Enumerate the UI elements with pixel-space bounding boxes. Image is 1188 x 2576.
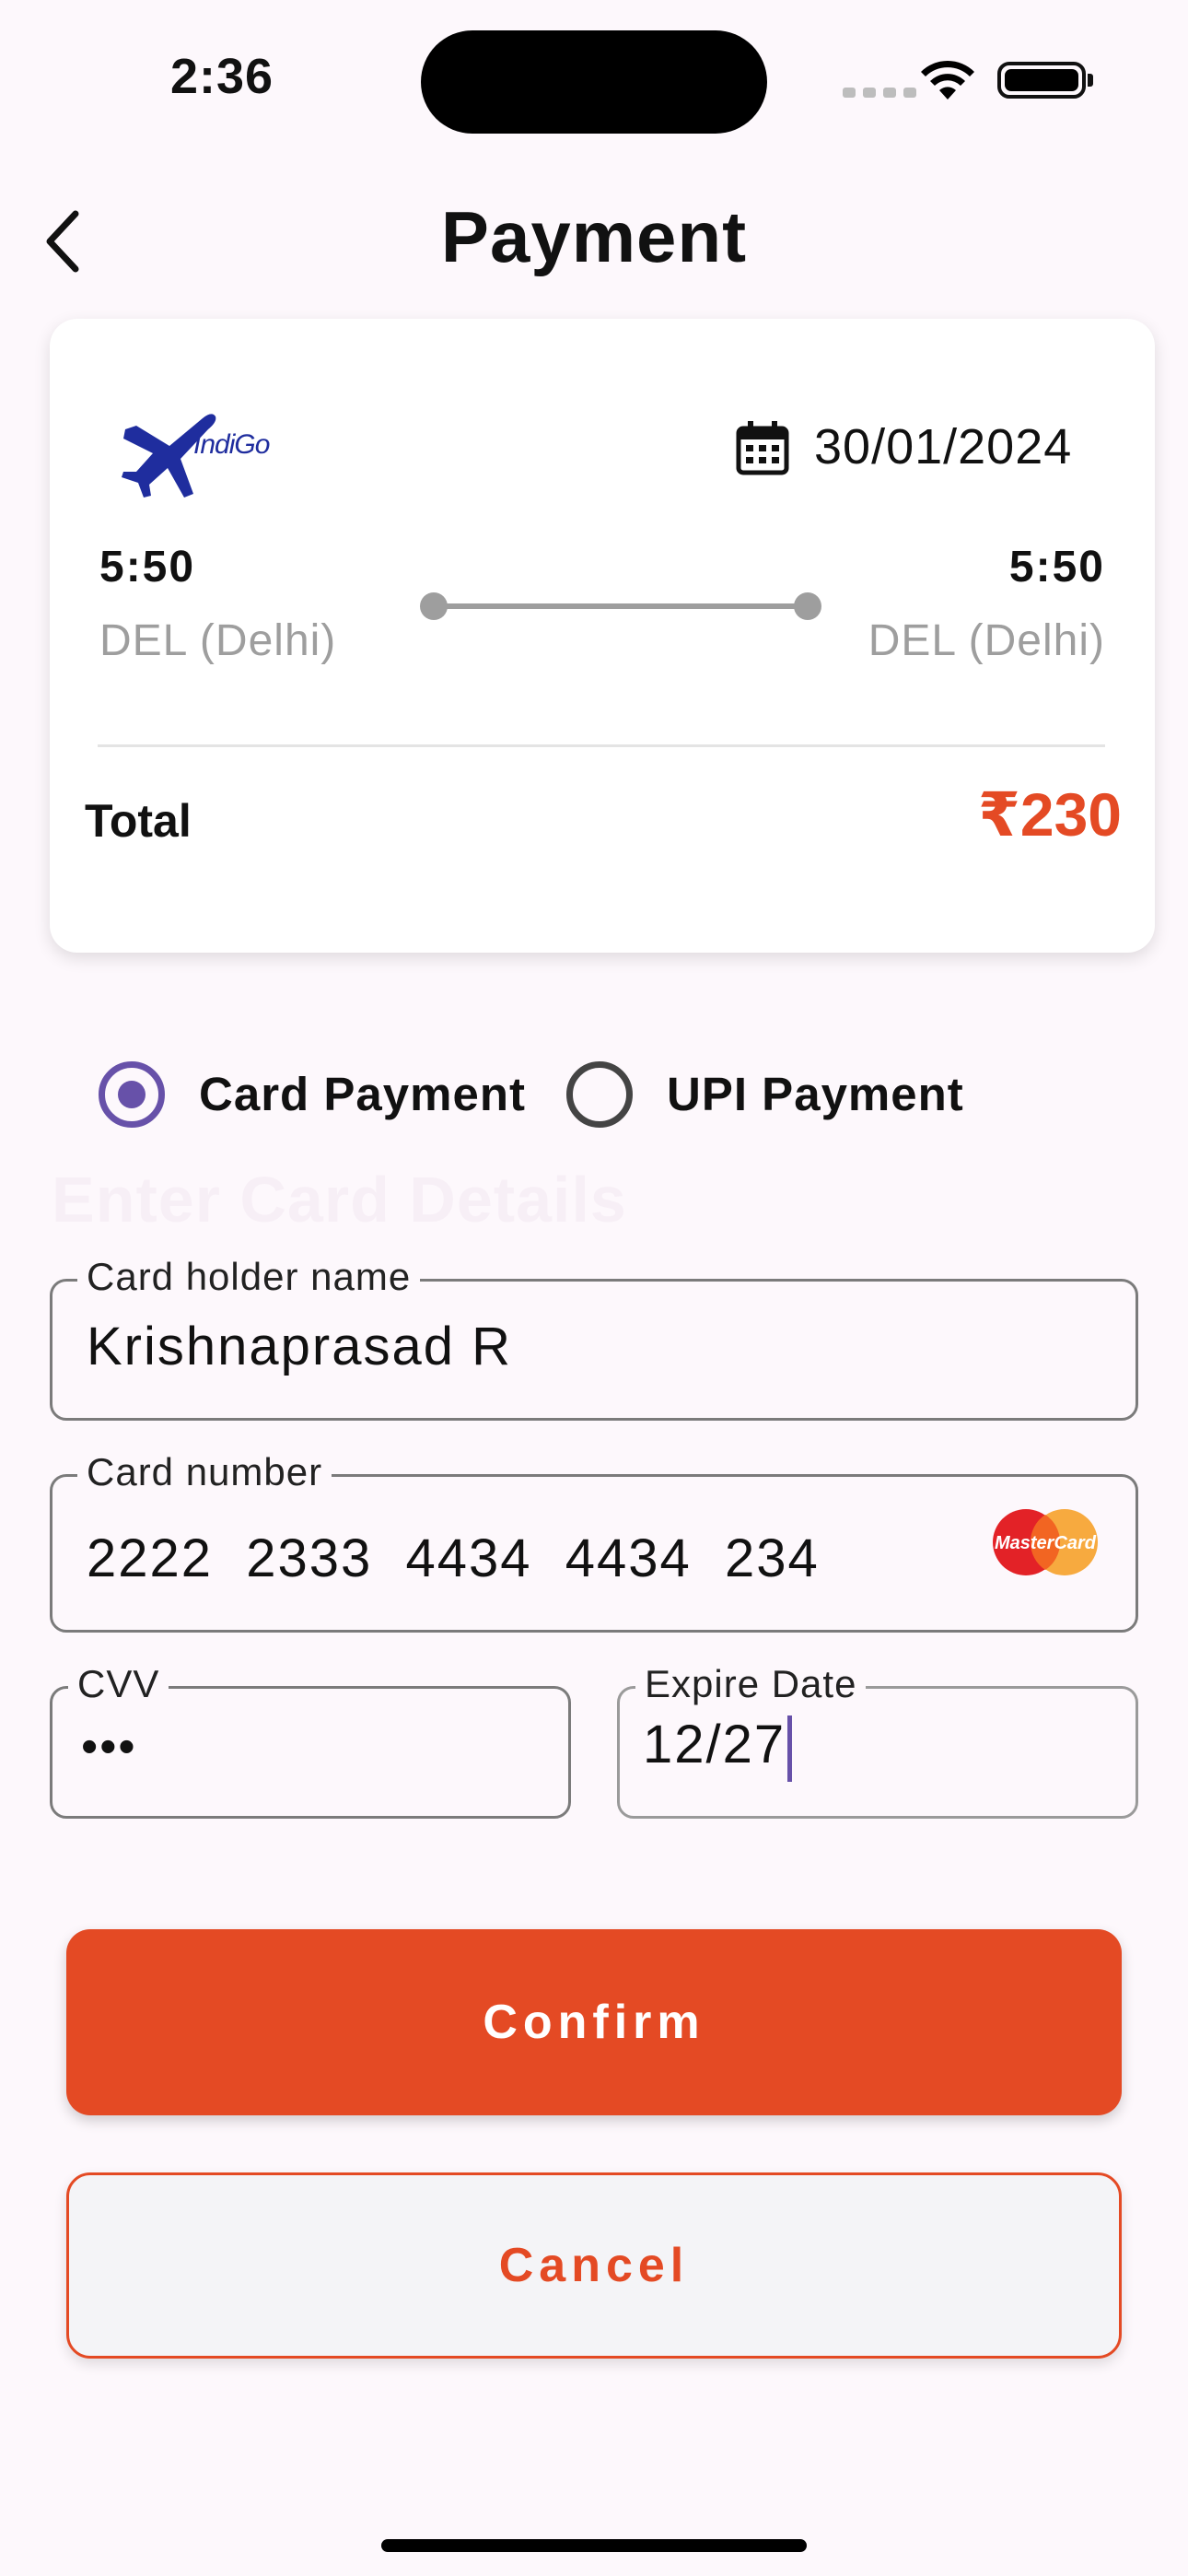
battery-tip	[1088, 74, 1093, 87]
upi-payment-radio[interactable]	[566, 1061, 633, 1128]
cvv-value[interactable]: •••	[81, 1719, 137, 1774]
cancel-button[interactable]: Cancel	[66, 2172, 1122, 2359]
departure-city: DEL (Delhi)	[99, 616, 337, 665]
card-number-value[interactable]: 2222 2333 4434 4434 234	[87, 1528, 820, 1589]
status-time: 2:36	[170, 49, 274, 104]
expiry-label: Expire Date	[635, 1662, 867, 1706]
confirm-button[interactable]: Confirm	[66, 1929, 1122, 2115]
mastercard-icon: MasterCard	[993, 1509, 1098, 1575]
card-holder-value[interactable]: Krishnaprasad R	[87, 1316, 512, 1377]
dynamic-island	[421, 30, 767, 134]
card-number-label: Card number	[77, 1450, 332, 1494]
cvv-label: CVV	[68, 1662, 169, 1706]
route-end-dot	[794, 592, 821, 620]
departure-time: 5:50	[99, 543, 196, 591]
page-title: Payment	[440, 196, 748, 277]
expiry-value: 12/27	[643, 1715, 786, 1774]
wifi-icon	[921, 60, 974, 100]
battery-icon	[997, 62, 1086, 99]
arrival-city: DEL (Delhi)	[868, 616, 1105, 665]
card-divider	[98, 744, 1105, 747]
airline-name: IndiGo	[193, 429, 270, 460]
cellular-signal-icon	[843, 88, 916, 98]
expiry-input[interactable]: 12/27	[643, 1714, 793, 1782]
route-line	[433, 603, 809, 609]
home-indicator[interactable]	[381, 2539, 807, 2552]
route-start-dot	[420, 592, 448, 620]
total-amount: ₹230	[977, 780, 1122, 849]
flight-date: 30/01/2024	[814, 419, 1073, 474]
card-details-heading: Enter Card Details	[52, 1164, 627, 1235]
upi-payment-label[interactable]: UPI Payment	[667, 1067, 964, 1121]
total-label: Total	[85, 795, 192, 847]
arrival-time: 5:50	[1008, 543, 1105, 591]
card-holder-label: Card holder name	[77, 1255, 421, 1299]
card-payment-label[interactable]: Card Payment	[199, 1067, 526, 1121]
text-cursor	[787, 1715, 793, 1782]
mastercard-wordmark: MasterCard	[995, 1533, 1097, 1553]
calendar-icon	[736, 421, 789, 475]
card-payment-radio[interactable]	[99, 1061, 165, 1128]
